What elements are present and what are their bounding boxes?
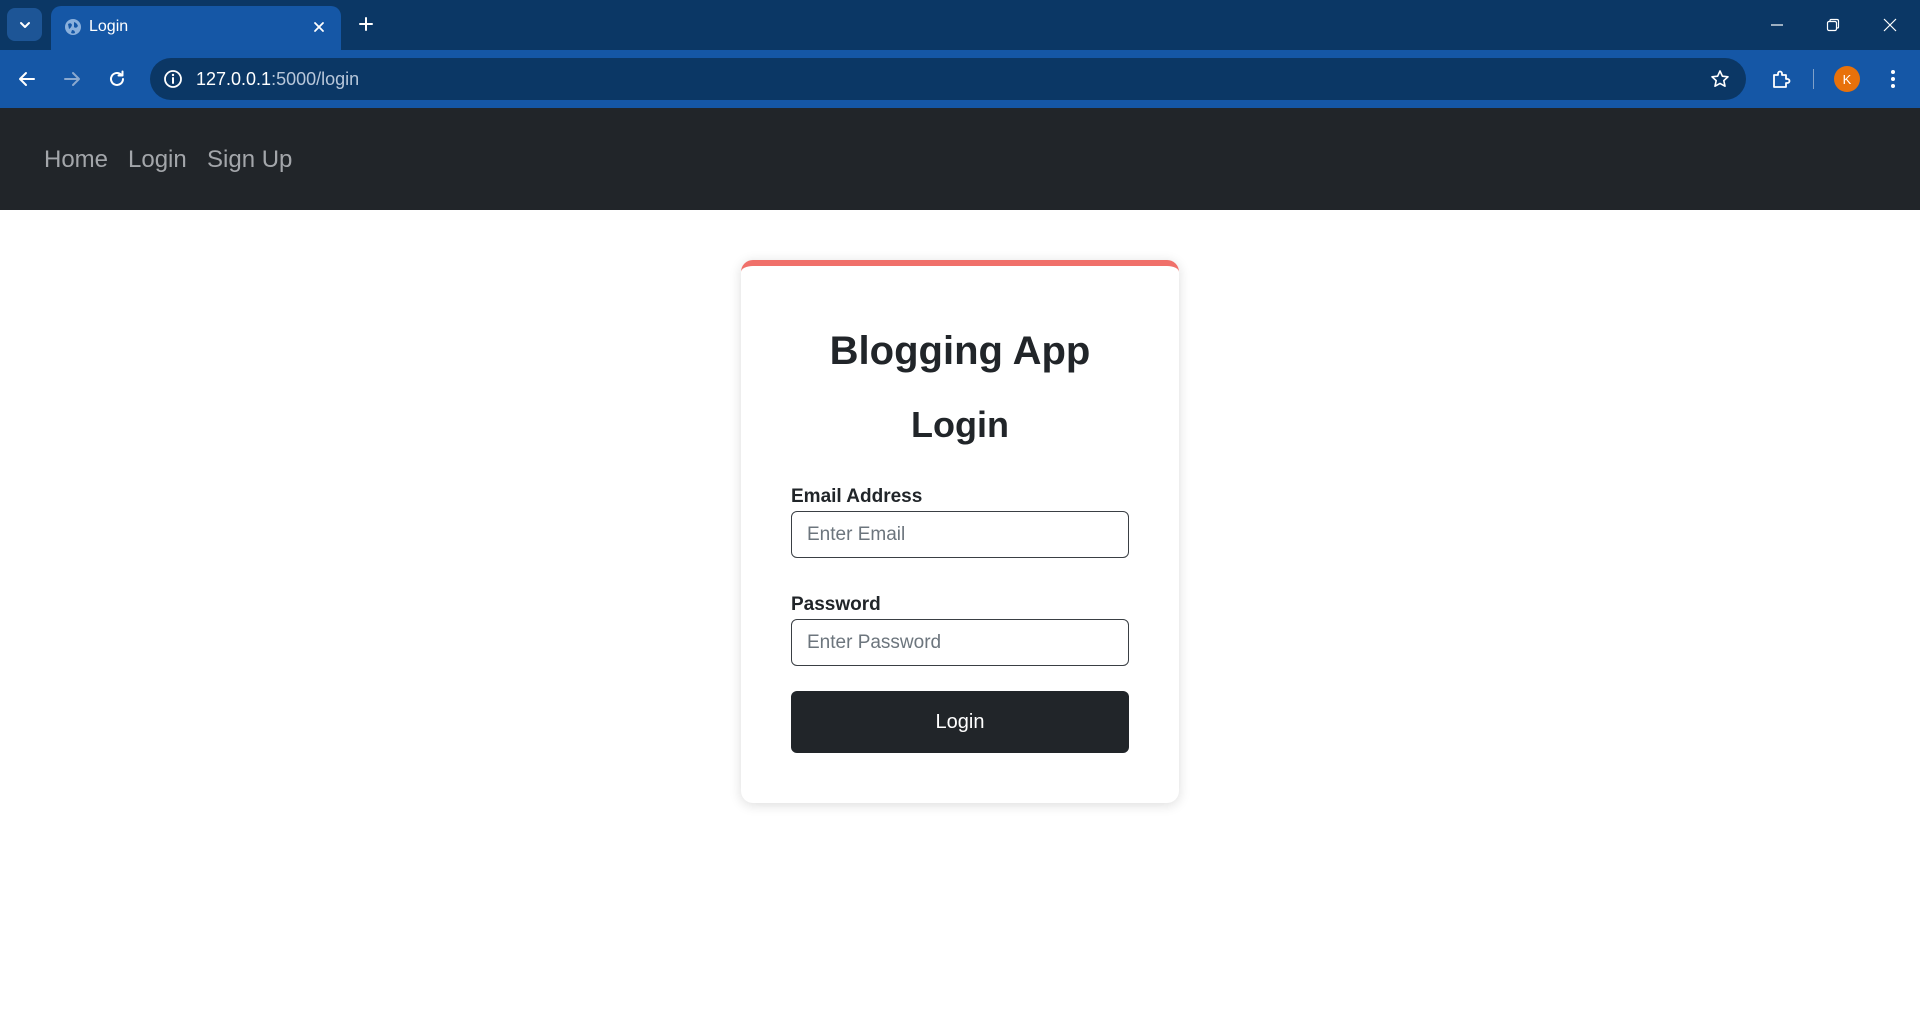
- info-icon[interactable]: [160, 66, 186, 92]
- email-field[interactable]: [791, 511, 1129, 558]
- url-path: :5000/login: [271, 69, 360, 89]
- email-label: Email Address: [791, 486, 923, 507]
- password-label: Password: [791, 594, 881, 615]
- back-button[interactable]: [8, 60, 46, 98]
- close-window-button[interactable]: [1862, 0, 1918, 50]
- bookmark-star-icon[interactable]: [1708, 67, 1732, 91]
- browser-menu-button[interactable]: [1874, 60, 1912, 98]
- nav-link-home[interactable]: Home: [44, 146, 108, 174]
- address-bar[interactable]: 127.0.0.1:5000/login: [150, 58, 1746, 100]
- login-card: Blogging App Login Email Address Passwor…: [741, 260, 1179, 803]
- app-title: Blogging App: [829, 329, 1091, 373]
- reload-icon: [110, 70, 124, 86]
- browser-toolbar: 127.0.0.1:5000/login K: [0, 50, 1920, 108]
- tab-search-button[interactable]: [7, 8, 42, 41]
- browser-tabstrip: Login: [0, 0, 1920, 50]
- close-icon[interactable]: [307, 15, 331, 39]
- site-navbar: Home Login Sign Up: [0, 108, 1920, 210]
- new-tab-button[interactable]: [352, 10, 380, 38]
- tab-title: Login: [89, 18, 129, 35]
- minimize-icon: [1771, 24, 1783, 26]
- reload-button[interactable]: [98, 60, 136, 98]
- browser-tab-active[interactable]: Login: [51, 6, 341, 50]
- profile-avatar[interactable]: K: [1834, 66, 1860, 92]
- close-icon: [1883, 18, 1897, 32]
- restore-icon: [1826, 18, 1840, 32]
- plus-icon: [359, 17, 373, 31]
- nav-link-login[interactable]: Login: [128, 146, 187, 174]
- minimize-button[interactable]: [1749, 0, 1805, 50]
- form-title: Login: [911, 404, 1009, 445]
- url-host: 127.0.0.1: [196, 69, 272, 89]
- restore-button[interactable]: [1805, 0, 1861, 50]
- chevron-down-icon: [19, 21, 30, 28]
- password-field[interactable]: [791, 619, 1129, 666]
- globe-icon: [65, 19, 81, 35]
- puzzle-icon: [1773, 70, 1791, 88]
- url-text[interactable]: 127.0.0.1:5000/login: [196, 68, 359, 90]
- forward-button[interactable]: [53, 60, 91, 98]
- toolbar-divider: [1813, 69, 1814, 89]
- login-button[interactable]: Login: [791, 691, 1129, 753]
- arrow-left-icon: [19, 72, 35, 86]
- arrow-right-icon: [64, 72, 80, 86]
- nav-link-sign-up[interactable]: Sign Up: [207, 146, 292, 174]
- extensions-button[interactable]: [1762, 60, 1800, 98]
- more-vertical-icon: [1891, 70, 1895, 88]
